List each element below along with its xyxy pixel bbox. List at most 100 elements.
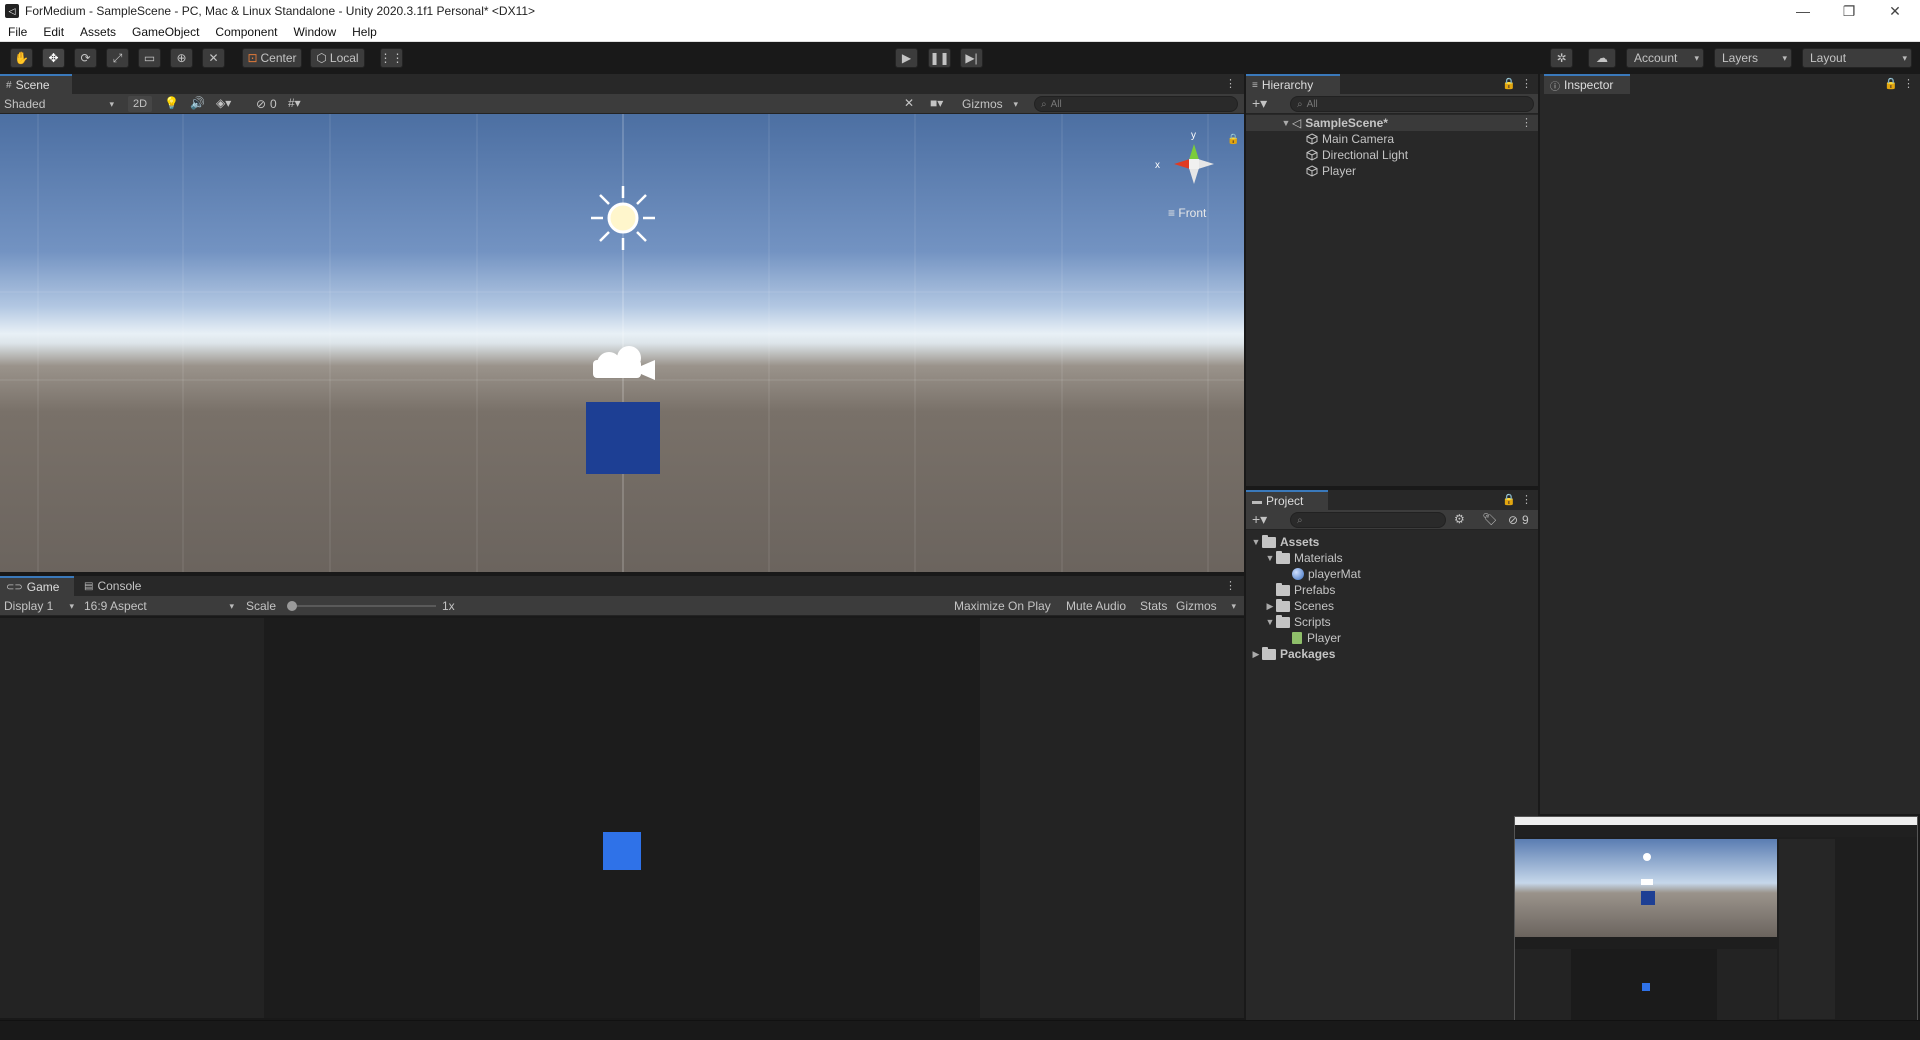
gizmo-lock-icon[interactable]: 🔒 — [1227, 133, 1239, 145]
lock-icon[interactable]: 🔒 — [1884, 77, 1898, 90]
display-dropdown[interactable]: Display 1 — [4, 598, 78, 614]
menu-file[interactable]: File — [0, 25, 35, 39]
menu-help[interactable]: Help — [344, 25, 385, 39]
scene-more-icon[interactable]: ⋮ — [1225, 77, 1236, 90]
maximize-on-play-toggle[interactable]: Maximize On Play — [954, 599, 1051, 613]
create-plus-icon[interactable]: +▾ — [1252, 511, 1267, 528]
player-cube-scene[interactable] — [586, 402, 660, 474]
stats-toggle[interactable]: Stats — [1140, 599, 1167, 613]
lock-icon[interactable]: 🔒 — [1502, 77, 1516, 90]
effects-icon[interactable]: ◈▾ — [216, 96, 231, 110]
cloud-icon[interactable]: ☁ — [1588, 48, 1616, 68]
hierarchy-item-directional-light[interactable]: Directional Light — [1306, 147, 1408, 163]
close-button[interactable]: ✕ — [1872, 0, 1918, 22]
tree-item-assets[interactable]: ▼ Assets — [1250, 534, 1319, 550]
collapse-arrow-icon[interactable]: ▶ — [1250, 649, 1262, 660]
lock-icon[interactable]: 🔒 — [1502, 493, 1516, 506]
camera-icon[interactable]: ■▾ — [930, 96, 943, 110]
orientation-gizmo[interactable]: y x 🔒 — [1155, 130, 1239, 184]
pivot-center-button[interactable]: ⊡ Center — [242, 48, 302, 68]
move-tool-icon[interactable]: ✥ — [42, 48, 65, 68]
hierarchy-search-input[interactable]: ⌕ All — [1290, 96, 1534, 112]
shading-mode-dropdown[interactable]: Shaded — [4, 96, 118, 112]
restore-button[interactable]: ❐ — [1826, 0, 1872, 22]
hidden-objects-icon[interactable]: ⊘ — [256, 97, 266, 111]
game-gizmos-dropdown[interactable]: Gizmos — [1176, 598, 1240, 614]
aspect-dropdown[interactable]: 16:9 Aspect — [84, 598, 238, 614]
audio-icon[interactable]: 🔊 — [190, 96, 205, 110]
expand-arrow-icon[interactable]: ▼ — [1264, 553, 1276, 563]
scene-canvas[interactable]: y x 🔒 — [0, 114, 1244, 572]
rotate-tool-icon[interactable]: ⟳ — [74, 48, 97, 68]
scale-slider-thumb[interactable] — [287, 601, 297, 611]
game-render-area[interactable] — [264, 618, 980, 1018]
layout-dropdown[interactable]: Layout — [1802, 48, 1912, 68]
view-mode-label[interactable]: ≡ Front — [1168, 206, 1206, 220]
tree-item-player-mat[interactable]: playerMat — [1292, 566, 1361, 582]
tree-item-scenes[interactable]: ▶ Scenes — [1264, 598, 1334, 614]
minimize-button[interactable]: — — [1780, 0, 1826, 22]
tab-console[interactable]: ▤ Console — [78, 576, 158, 596]
scene-row[interactable]: ▼ ◁ SampleScene* ⋮ — [1246, 115, 1538, 131]
space-local-button[interactable]: ⬡ Local — [310, 48, 365, 68]
hierarchy-item-player[interactable]: Player — [1306, 163, 1356, 179]
expand-arrow-icon[interactable]: ▼ — [1280, 118, 1292, 128]
pause-button[interactable]: ❚❚ — [928, 48, 951, 68]
lighting-icon[interactable]: 💡 — [164, 96, 179, 110]
menu-gameobject[interactable]: GameObject — [124, 25, 207, 39]
scale-tool-icon[interactable]: ⤢ — [106, 48, 129, 68]
tab-inspector[interactable]: ⓘ Inspector — [1544, 74, 1630, 94]
folder-icon: ▬ — [1252, 495, 1262, 507]
tab-project[interactable]: ▬ Project — [1246, 490, 1328, 510]
tree-item-scripts[interactable]: ▼ Scripts — [1264, 614, 1331, 630]
tools-icon[interactable]: ✕ — [904, 96, 914, 110]
tree-item-packages[interactable]: ▶ Packages — [1250, 646, 1335, 662]
tree-item-player-script[interactable]: Player — [1292, 630, 1341, 646]
filter-label-icon[interactable]: 🏷 — [1482, 512, 1497, 526]
hierarchy-more-icon[interactable]: ⋮ — [1521, 77, 1532, 90]
step-button[interactable]: ▶| — [960, 48, 983, 68]
directional-light-icon[interactable] — [591, 186, 655, 250]
menu-window[interactable]: Window — [285, 25, 344, 39]
mode-2d-toggle[interactable]: 2D — [128, 96, 152, 112]
menu-component[interactable]: Component — [207, 25, 285, 39]
project-search-input[interactable]: ⌕ — [1290, 512, 1446, 528]
tab-hierarchy[interactable]: ≡ Hierarchy — [1246, 74, 1340, 94]
play-button[interactable]: ▶ — [895, 48, 918, 68]
tree-item-materials[interactable]: ▼ Materials — [1264, 550, 1343, 566]
tab-scene[interactable]: # Scene — [0, 74, 72, 94]
scale-slider-track[interactable] — [288, 605, 436, 607]
gizmos-dropdown[interactable]: Gizmos — [958, 96, 1022, 112]
scene-viewport[interactable]: y x 🔒 ≡ Front — [0, 114, 1244, 572]
project-more-icon[interactable]: ⋮ — [1521, 493, 1532, 506]
game-more-icon[interactable]: ⋮ — [1225, 579, 1236, 592]
menu-assets[interactable]: Assets — [72, 25, 124, 39]
scene-search-input[interactable]: ⌕ All — [1034, 96, 1238, 112]
expand-arrow-icon[interactable]: ▼ — [1250, 537, 1262, 547]
collapse-arrow-icon[interactable]: ▶ — [1264, 601, 1276, 612]
grid-toggle-icon[interactable]: #▾ — [288, 96, 301, 110]
preview-titlebar — [1515, 817, 1917, 825]
hidden-packages-icon[interactable]: ⊘ — [1508, 513, 1518, 527]
expand-arrow-icon[interactable]: ▼ — [1264, 617, 1276, 627]
snap-grid-icon[interactable]: ⋮⋮ — [380, 48, 404, 68]
main-camera-icon[interactable] — [593, 346, 655, 380]
custom-tool-icon[interactable]: ✕ — [202, 48, 225, 68]
account-dropdown[interactable]: Account — [1626, 48, 1704, 68]
filter-type-icon[interactable]: ⚙ — [1454, 512, 1465, 526]
tab-game[interactable]: ⊂⊃ Game — [0, 576, 74, 596]
inspector-more-icon[interactable]: ⋮ — [1903, 77, 1914, 90]
menu-edit[interactable]: Edit — [35, 25, 72, 39]
collab-icon[interactable]: ✲ — [1550, 48, 1573, 68]
hand-tool-icon[interactable]: ✋ — [10, 48, 33, 68]
game-viewport[interactable] — [0, 618, 1244, 1018]
layers-dropdown[interactable]: Layers — [1714, 48, 1792, 68]
rect-tool-icon[interactable]: ▭ — [138, 48, 161, 68]
hierarchy-item-main-camera[interactable]: Main Camera — [1306, 131, 1394, 147]
transform-tool-icon[interactable]: ⊕ — [170, 48, 193, 68]
preview-scene — [1515, 839, 1777, 937]
mute-audio-toggle[interactable]: Mute Audio — [1066, 599, 1126, 613]
tree-item-prefabs[interactable]: Prefabs — [1276, 582, 1335, 598]
create-plus-icon[interactable]: +▾ — [1252, 95, 1267, 112]
scene-row-more-icon[interactable]: ⋮ — [1521, 116, 1532, 129]
